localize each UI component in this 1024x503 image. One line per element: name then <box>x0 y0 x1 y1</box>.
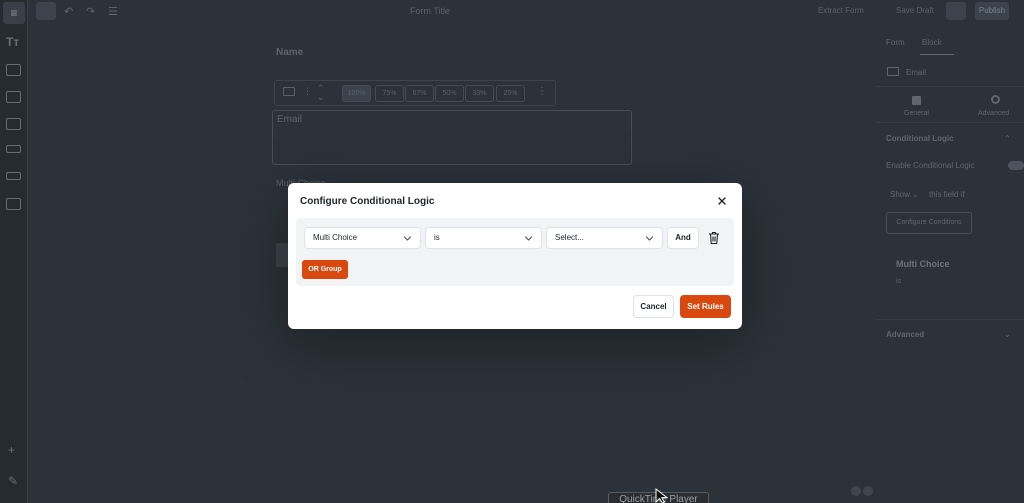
field-select[interactable]: Multi Choice <box>304 227 421 249</box>
collapse-chevron-icon[interactable]: ⌃ <box>1004 134 1011 143</box>
condition-if-label: this field if <box>929 190 965 199</box>
width-75-button[interactable]: 75% <box>375 85 404 102</box>
publish-button[interactable]: Publish <box>975 2 1009 20</box>
settings-panel: Form Block Email General Advanced Condit… <box>876 24 1024 503</box>
active-tab-indicator <box>920 54 954 55</box>
app-logo-icon: ≡ <box>3 2 25 24</box>
operator-select-value: is <box>434 233 440 242</box>
help-chat-icon[interactable] <box>850 485 874 497</box>
email-block-icon[interactable] <box>6 64 21 76</box>
show-select-chevron-icon: ⌄ <box>912 190 919 199</box>
advanced-section-heading[interactable]: Advanced <box>886 330 924 339</box>
field-select-value: Multi Choice <box>313 233 358 242</box>
button-block-icon[interactable] <box>6 172 21 180</box>
block-type-label: Email <box>906 68 927 77</box>
redo-icon[interactable]: ↷ <box>86 5 95 18</box>
name-field-label: Name <box>276 47 304 58</box>
value-select[interactable]: Select... <box>546 227 663 249</box>
mail-icon[interactable] <box>283 87 295 96</box>
text-block-icon[interactable]: Tт <box>6 36 21 48</box>
condition-summary-operator: is <box>896 278 902 285</box>
email-block-type-icon <box>887 67 899 76</box>
advanced-gear-icon <box>991 95 1000 104</box>
advanced-expand-chevron-icon[interactable]: ⌄ <box>1004 330 1011 339</box>
undo-icon[interactable]: ↶ <box>64 5 73 18</box>
show-hide-select[interactable]: Show <box>890 190 910 199</box>
configure-conditional-logic-dialog: Configure Conditional Logic Multi Choice… <box>288 183 742 329</box>
edit-pencil-icon[interactable]: ✎ <box>8 474 18 488</box>
conditional-logic-heading[interactable]: Conditional Logic <box>886 134 954 143</box>
email-field-block[interactable]: Email <box>272 110 632 165</box>
field-block-icon[interactable] <box>6 145 21 153</box>
chevron-down-icon <box>524 236 533 241</box>
dialog-title: Configure Conditional Logic <box>300 196 435 207</box>
sub-tab-general[interactable]: General <box>904 110 929 117</box>
tab-block[interactable]: Block <box>922 38 942 47</box>
block-toolbar: ⋮ ⌃ ⌄ 100% 75% 67% 50% 33% 25% ⋮ <box>274 80 556 106</box>
email-field-label: Email <box>277 114 303 125</box>
width-33-button[interactable]: 33% <box>465 85 494 102</box>
mouse-pointer-icon <box>655 488 669 503</box>
more-options-icon[interactable]: ⋮ <box>537 86 547 97</box>
trash-icon[interactable] <box>708 231 720 245</box>
operator-select[interactable]: is <box>425 227 542 249</box>
checkbox-block-icon[interactable] <box>6 118 21 130</box>
list-view-icon[interactable]: ☰ <box>108 5 118 18</box>
drag-handle-icon[interactable]: ⋮ <box>303 86 312 97</box>
layout-block-icon[interactable] <box>6 198 21 210</box>
chevron-down-icon <box>403 236 412 241</box>
chevron-down-icon <box>645 236 654 241</box>
tab-form[interactable]: Form <box>886 38 905 47</box>
left-rail: ≡ Tт + ✎ <box>0 0 28 503</box>
configure-conditions-button[interactable]: Configure Conditions <box>886 212 972 234</box>
cancel-button[interactable]: Cancel <box>633 295 674 318</box>
enable-conditional-toggle[interactable] <box>1008 161 1024 170</box>
set-rules-button[interactable]: Set Rules <box>680 295 731 318</box>
rule-group-panel: Multi Choice is Select... And OR Group <box>296 218 734 286</box>
close-icon[interactable] <box>715 194 729 208</box>
or-group-button[interactable]: OR Group <box>302 260 348 279</box>
add-icon[interactable]: + <box>8 443 15 457</box>
save-draft-button[interactable]: Save Draft <box>896 6 934 15</box>
add-block-button[interactable] <box>36 2 56 20</box>
general-settings-icon <box>912 96 921 105</box>
width-67-button[interactable]: 67% <box>405 85 434 102</box>
block-inserter-chip[interactable] <box>276 243 288 267</box>
width-100-button[interactable]: 100% <box>342 85 371 102</box>
condition-summary-field: Multi Choice <box>896 259 950 269</box>
top-bar: ↶ ↷ ☰ Form Title Extract Form Save Draft <box>28 0 1024 24</box>
preview-button[interactable] <box>946 2 966 20</box>
and-condition-button[interactable]: And <box>667 227 699 249</box>
enable-conditional-label: Enable Conditional Logic <box>886 161 975 170</box>
move-updown-icon[interactable]: ⌃ ⌄ <box>317 84 325 102</box>
input-block-icon[interactable] <box>6 91 21 103</box>
width-25-button[interactable]: 25% <box>496 85 525 102</box>
width-50-button[interactable]: 50% <box>435 85 464 102</box>
value-select-placeholder: Select... <box>555 233 584 242</box>
extract-form-button[interactable]: Extract Form <box>818 6 864 15</box>
form-title[interactable]: Form Title <box>410 6 450 16</box>
sub-tab-advanced[interactable]: Advanced <box>978 110 1009 117</box>
